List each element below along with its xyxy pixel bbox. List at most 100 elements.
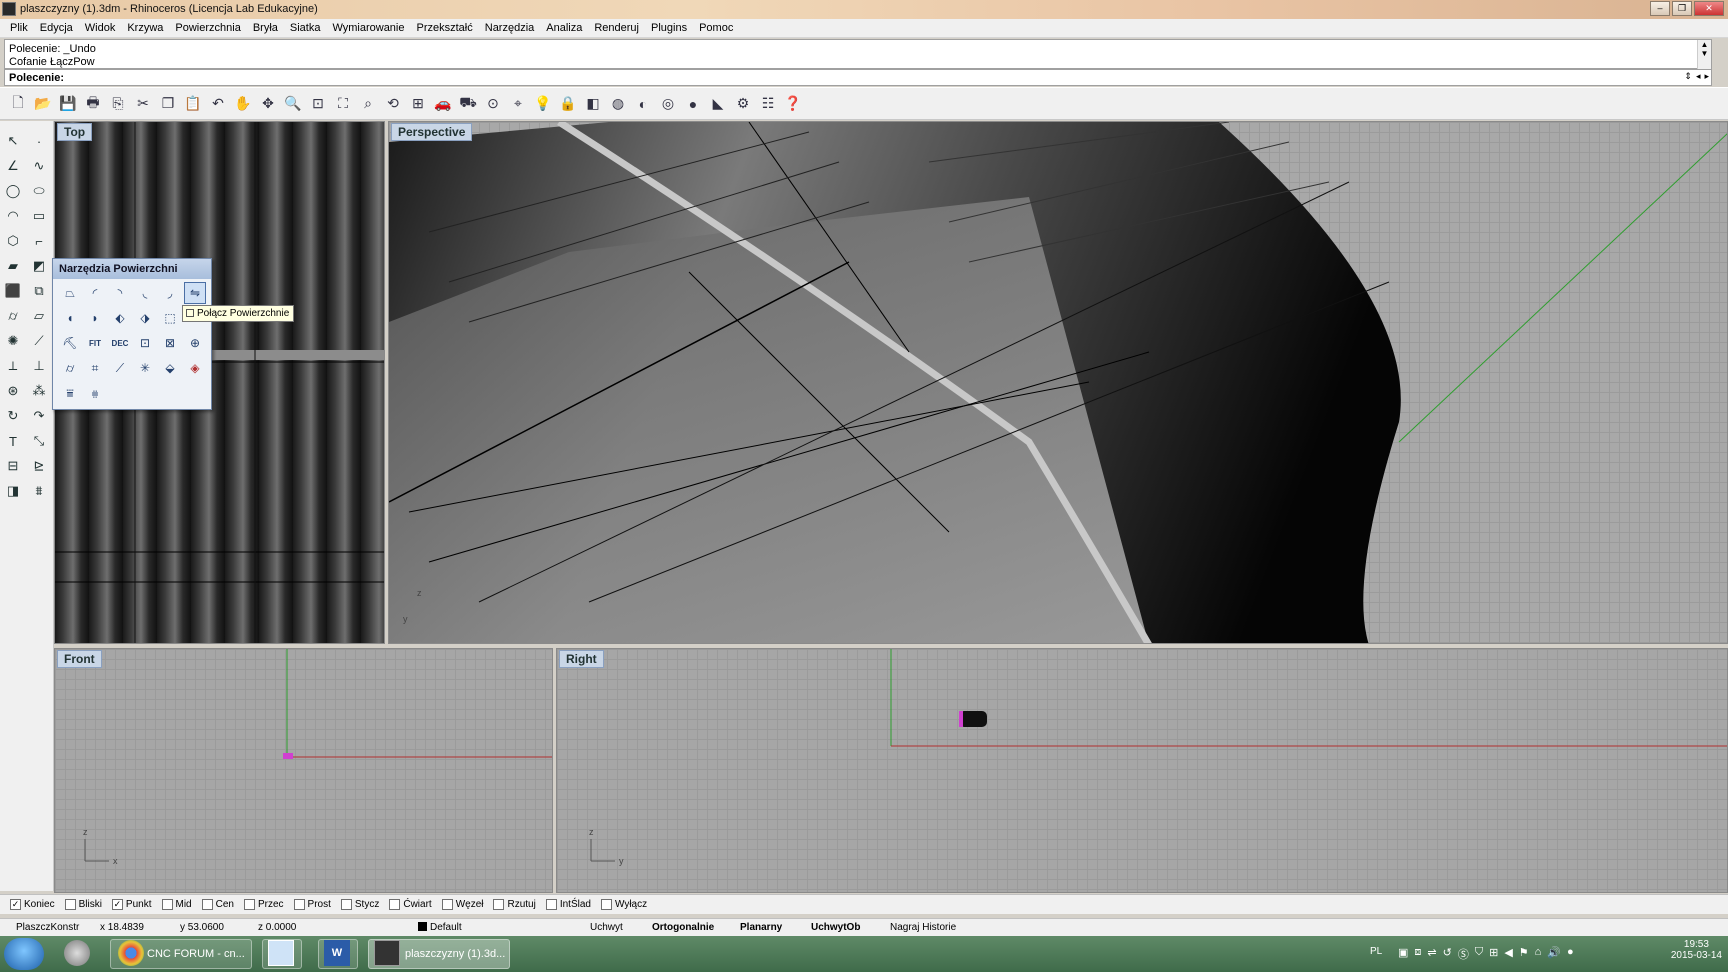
menu-pomoc[interactable]: Pomoc: [695, 19, 737, 37]
tray-network-icon[interactable]: ⧈: [1414, 946, 1421, 962]
zoom-window-icon[interactable]: ⊡: [306, 92, 330, 116]
curve-icon[interactable]: ∿: [28, 155, 50, 177]
shrink-surface-icon[interactable]: ⊡: [134, 332, 156, 354]
extrude-icon[interactable]: ▱: [28, 305, 50, 327]
osnap-1[interactable]: Bliski: [64, 899, 102, 910]
help-icon[interactable]: ❓: [781, 92, 805, 116]
fillet-icon[interactable]: ⌐: [28, 230, 50, 252]
close-button[interactable]: ✕: [1694, 1, 1724, 16]
variable-fillet-icon[interactable]: ◟: [134, 282, 156, 304]
osnap-6[interactable]: Prost: [293, 899, 331, 910]
osnap-2[interactable]: ✓ Punkt: [111, 899, 152, 910]
scale-icon[interactable]: ⤡: [28, 430, 50, 452]
network-surface-icon[interactable]: ⌗: [84, 357, 106, 379]
spin-icon[interactable]: ⇕: [1684, 71, 1692, 82]
tray-flag-icon[interactable]: ⚑: [1519, 946, 1529, 962]
properties-icon[interactable]: ☷: [756, 92, 780, 116]
tray-power-icon[interactable]: ●: [1567, 946, 1574, 962]
dimension-icon[interactable]: ⟋: [28, 330, 50, 352]
menu-plugins[interactable]: Plugins: [647, 19, 691, 37]
render-icon[interactable]: ◨: [2, 480, 24, 502]
osnap-checkbox[interactable]: [389, 899, 401, 910]
offset-surface-icon[interactable]: ◖: [59, 307, 81, 329]
start-button[interactable]: [4, 938, 44, 970]
viewport-label-front[interactable]: Front: [57, 650, 102, 668]
tray-skype-icon[interactable]: Ⓢ: [1458, 946, 1469, 962]
light-bulb-icon[interactable]: 💡: [531, 92, 555, 116]
zoom-icon[interactable]: 🔍: [281, 92, 305, 116]
osnap-checkbox[interactable]: [201, 899, 213, 910]
new-file-icon[interactable]: 🗋: [6, 92, 30, 116]
point-icon[interactable]: ·: [28, 130, 50, 152]
match-surface-icon[interactable]: ⬖: [109, 307, 131, 329]
move-tool-icon[interactable]: ↷: [28, 405, 50, 427]
center-icon[interactable]: ⊕: [184, 332, 206, 354]
menu-edycja[interactable]: Edycja: [36, 19, 77, 37]
planar-toggle[interactable]: Planarny: [740, 922, 782, 933]
render-preview-icon[interactable]: ◎: [656, 92, 680, 116]
undo-icon[interactable]: ↶: [206, 92, 230, 116]
osnap-checkbox[interactable]: [243, 899, 255, 910]
snap-icon[interactable]: ⌖: [506, 92, 530, 116]
split-isocurve-icon[interactable]: ⩷: [84, 382, 106, 404]
osnap-10[interactable]: Rzutuj: [493, 899, 536, 910]
fillet-surface-icon[interactable]: ◜: [84, 282, 106, 304]
osnap-checkbox[interactable]: [340, 899, 352, 910]
polyline-icon[interactable]: ∠: [2, 155, 24, 177]
tray-update-icon[interactable]: ↺: [1443, 946, 1452, 962]
menu-powierzchnia[interactable]: Powierzchnia: [171, 19, 244, 37]
osnap-8[interactable]: Ćwiart: [389, 899, 432, 910]
tray-usb-icon[interactable]: ⇌: [1427, 946, 1436, 962]
tray-antivirus-icon[interactable]: ◀: [1504, 946, 1512, 962]
osnap-9[interactable]: Węzeł: [441, 899, 483, 910]
mesh-icon[interactable]: ✺: [2, 330, 24, 352]
osnap-checkbox[interactable]: [545, 899, 557, 910]
menu-widok[interactable]: Widok: [81, 19, 120, 37]
osnap-7[interactable]: Stycz: [340, 899, 379, 910]
explode-icon[interactable]: ⁂: [28, 380, 50, 402]
arc-icon[interactable]: ◠: [2, 205, 24, 227]
save-icon[interactable]: 💾: [56, 92, 80, 116]
tray-pdf-icon[interactable]: ⛉: [1475, 946, 1483, 962]
dimension-tools-icon[interactable]: ⩩: [28, 480, 50, 502]
pan-hand-icon[interactable]: ✋: [231, 92, 255, 116]
command-input[interactable]: [67, 71, 1647, 84]
ortho-toggle[interactable]: Ortogonalnie: [652, 922, 714, 933]
zoom-selected-icon[interactable]: ⌕: [356, 92, 380, 116]
open-folder-icon[interactable]: 📂: [31, 92, 55, 116]
app-pin-icon[interactable]: [64, 940, 90, 966]
options-gear-icon[interactable]: ⚙: [731, 92, 755, 116]
flyout-title[interactable]: Narzędzia Powierzchni: [53, 259, 211, 279]
osnap-toggle[interactable]: UchwytOb: [811, 922, 860, 933]
cplane-indicator[interactable]: PlaszczKonstr: [16, 922, 79, 933]
osnap-checkbox[interactable]: [441, 899, 453, 910]
boolean-icon[interactable]: ⧉: [28, 280, 50, 302]
minimize-button[interactable]: –: [1650, 1, 1670, 16]
rotate-view-icon[interactable]: ⟲: [381, 92, 405, 116]
language-indicator[interactable]: PL: [1370, 946, 1382, 957]
menu-analiza[interactable]: Analiza: [542, 19, 586, 37]
menu-siatka[interactable]: Siatka: [286, 19, 325, 37]
ellipse-icon[interactable]: ⬭: [28, 180, 50, 202]
transform-icon[interactable]: ⟂: [2, 355, 24, 377]
viewport-label-top[interactable]: Top: [57, 123, 93, 141]
menu-narzedzia[interactable]: Narzędzia: [481, 19, 539, 37]
rectangle-icon[interactable]: ▭: [28, 205, 50, 227]
viewport-front[interactable]: z x Front: [54, 648, 553, 893]
osnap-checkbox[interactable]: ✓: [111, 899, 123, 910]
zoom-extents-icon[interactable]: ⛶: [331, 92, 355, 116]
surface-tools-icon[interactable]: ◩: [28, 255, 50, 277]
split-surface-icon[interactable]: ⩸: [59, 382, 81, 404]
rebuild-surface-icon[interactable]: ⛏: [59, 332, 81, 354]
tray-display-icon[interactable]: ⊞: [1489, 946, 1498, 962]
spotlight-icon[interactable]: ◣: [706, 92, 730, 116]
eraser-icon[interactable]: ◈: [184, 357, 206, 379]
menu-renderuj[interactable]: Renderuj: [590, 19, 643, 37]
layer-indicator[interactable]: Default: [418, 922, 462, 933]
osnap-checkbox[interactable]: ✓: [10, 899, 21, 910]
osnap-checkbox[interactable]: [493, 899, 505, 910]
paste-icon[interactable]: 📋: [181, 92, 205, 116]
surface-icon[interactable]: ▰: [2, 255, 24, 277]
menu-przeksztalc[interactable]: Przekształć: [413, 19, 477, 37]
tray-monitor-icon[interactable]: ▣: [1398, 946, 1408, 962]
